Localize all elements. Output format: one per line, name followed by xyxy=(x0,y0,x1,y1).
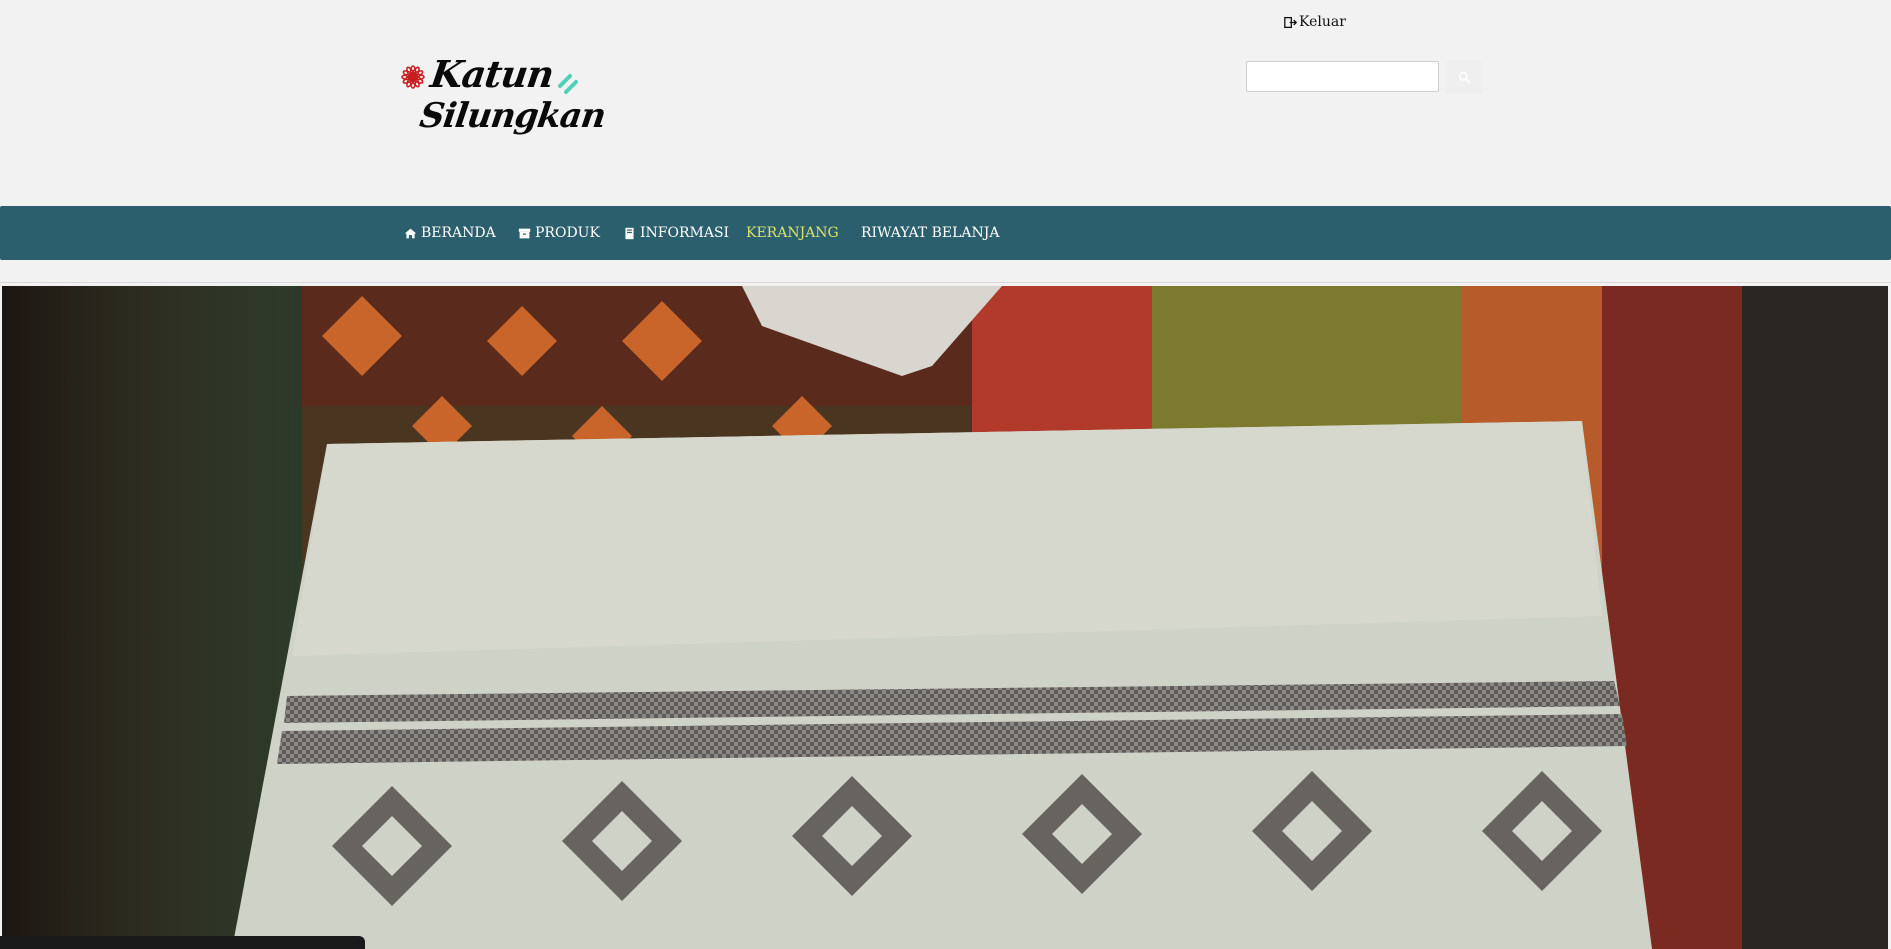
woven-cloth-image xyxy=(2,286,1888,949)
flower-logo-icon xyxy=(401,65,425,89)
search-button[interactable] xyxy=(1446,61,1482,94)
nav-item-informasi[interactable]: INFORMASI xyxy=(623,206,729,260)
logout-link[interactable]: Keluar xyxy=(1284,14,1346,30)
nav-item-riwayat-belanja[interactable]: RIWAYAT BELANJA xyxy=(861,206,999,260)
header-divider xyxy=(0,282,1891,283)
search-icon xyxy=(1458,71,1470,84)
home-icon xyxy=(404,228,417,238)
logo-text-line2: Silungkan xyxy=(417,96,608,136)
hero-banner-image xyxy=(2,286,1888,949)
logout-label: Keluar xyxy=(1299,14,1346,30)
nav-item-produk[interactable]: PRODUK xyxy=(518,206,600,260)
page: Keluar Katun Silungkan BERANDA PRODUK IN… xyxy=(0,0,1891,949)
logo-slash-icon xyxy=(558,74,578,94)
nav-item-label: RIWAYAT BELANJA xyxy=(861,225,1000,241)
nav-item-label: PRODUK xyxy=(535,225,600,241)
main-navbar: BERANDA PRODUK INFORMASI KERANJANG RIWAY… xyxy=(0,206,1891,260)
book-icon xyxy=(625,227,634,239)
sign-out-icon xyxy=(1284,16,1297,28)
site-logo[interactable]: Katun Silungkan xyxy=(398,52,608,147)
status-tooltip-bar xyxy=(0,936,365,949)
nav-item-label: KERANJANG xyxy=(746,225,839,241)
site-header: Keluar Katun Silungkan xyxy=(0,0,1891,206)
nav-item-keranjang[interactable]: KERANJANG xyxy=(746,206,839,260)
nav-item-label: BERANDA xyxy=(421,225,496,241)
search-input[interactable] xyxy=(1246,61,1439,92)
nav-item-beranda[interactable]: BERANDA xyxy=(404,206,496,260)
logo-text-line1: Katun xyxy=(427,52,557,96)
nav-item-label: INFORMASI xyxy=(640,225,730,241)
box-icon xyxy=(518,228,531,238)
